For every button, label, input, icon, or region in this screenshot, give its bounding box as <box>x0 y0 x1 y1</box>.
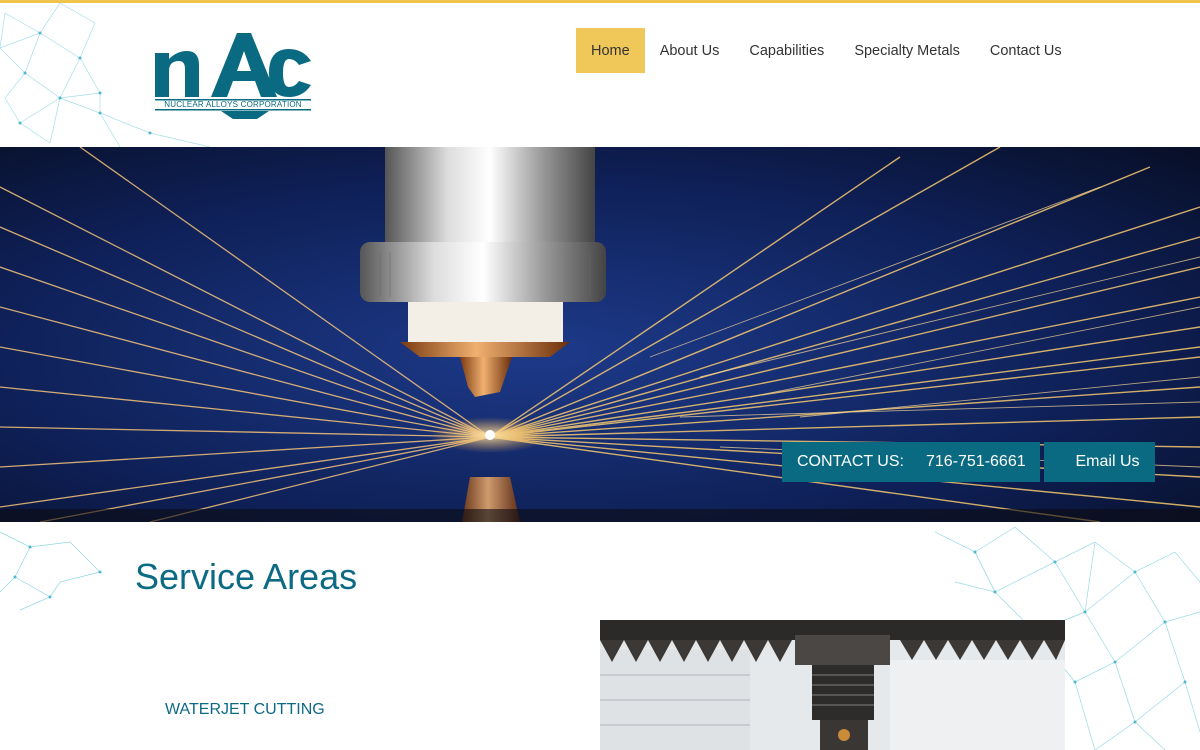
service-areas-title: Service Areas <box>135 556 358 597</box>
phone-number[interactable]: 716-751-6661 <box>926 453 1026 471</box>
nav-home[interactable]: Home <box>576 28 645 73</box>
nav-contact-us[interactable]: Contact Us <box>975 28 1077 73</box>
machine-photo <box>600 620 1065 750</box>
nav-capabilities[interactable]: Capabilities <box>734 28 839 73</box>
contact-phone-box[interactable]: CONTACT US: 716-751-6661 <box>782 442 1040 482</box>
contact-label: CONTACT US: <box>797 453 904 470</box>
service-waterjet-cutting[interactable]: WATERJET CUTTING <box>165 701 325 719</box>
hero-banner: CONTACT US: 716-751-6661 Email Us <box>0 147 1200 522</box>
nac-logo[interactable]: NUCLEAR ALLOYS CORPORATION <box>153 31 313 121</box>
site-header: NUCLEAR ALLOYS CORPORATION Home About Us… <box>0 3 1200 147</box>
nav-specialty-metals[interactable]: Specialty Metals <box>839 28 975 73</box>
nav-about-us[interactable]: About Us <box>645 28 735 73</box>
main-navigation: Home About Us Capabilities Specialty Met… <box>576 28 1077 73</box>
logo-subtitle: NUCLEAR ALLOYS CORPORATION <box>164 100 302 109</box>
network-pattern-decoration <box>0 531 102 611</box>
email-us-button[interactable]: Email Us <box>1044 442 1155 482</box>
service-machine-image <box>600 620 1065 750</box>
